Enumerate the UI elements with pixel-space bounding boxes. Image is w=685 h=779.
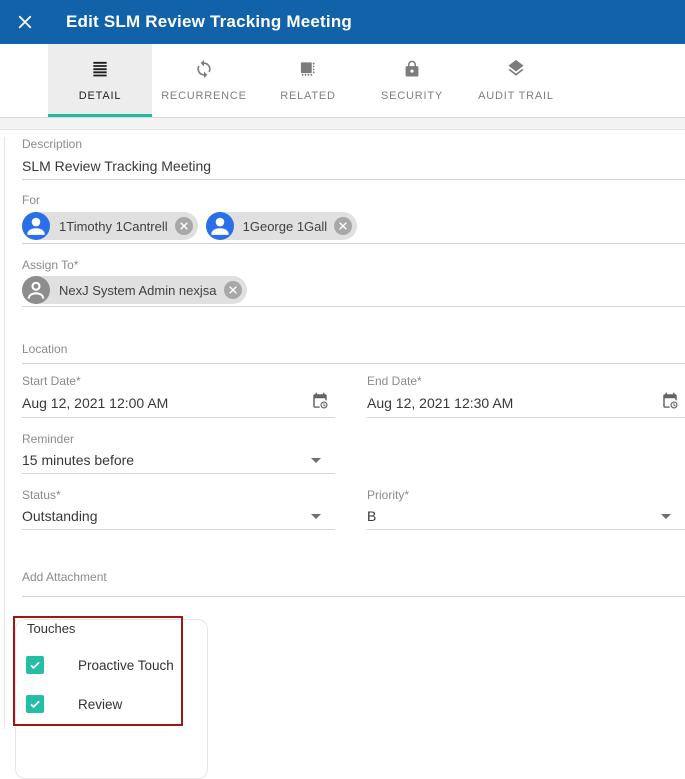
start-date-label: Start Date* — [22, 374, 335, 388]
end-date-label: End Date* — [367, 374, 685, 388]
detail-form: Description SLM Review Tracking Meeting … — [0, 137, 685, 729]
tab-audit-trail-label: AUDIT TRAIL — [478, 90, 554, 102]
remove-chip-icon[interactable] — [175, 217, 193, 235]
tab-related[interactable]: RELATED — [256, 44, 360, 117]
reminder-label: Reminder — [22, 432, 335, 446]
for-chip-1-name: 1Timothy 1Cantrell — [59, 219, 168, 234]
assign-to-chip-name: NexJ System Admin nexjsa — [59, 283, 217, 298]
tab-security-label: SECURITY — [381, 90, 443, 102]
chevron-down-icon[interactable] — [311, 458, 321, 463]
status-label: Status* — [22, 488, 335, 502]
location-field[interactable]: Location — [22, 342, 685, 364]
tab-security[interactable]: SECURITY — [360, 44, 464, 117]
tab-bar: DETAIL RECURRENCE RELATED SECURITY AUDIT… — [0, 44, 685, 117]
sync-icon — [194, 59, 214, 84]
start-date-field: Start Date* Aug 12, 2021 12:00 AM — [22, 374, 335, 418]
review-checkbox[interactable] — [26, 695, 44, 713]
add-attachment-label: Add Attachment — [22, 570, 685, 584]
calendar-clock-icon[interactable] — [311, 392, 329, 415]
detail-lines-icon — [90, 59, 110, 84]
status-select[interactable]: Outstanding — [22, 508, 98, 524]
assign-to-chip[interactable]: NexJ System Admin nexjsa — [22, 276, 247, 304]
for-chip-1[interactable]: 1Timothy 1Cantrell — [22, 212, 198, 240]
proactive-touch-checkbox[interactable] — [26, 656, 44, 674]
end-date-input[interactable]: Aug 12, 2021 12:30 AM — [367, 395, 513, 411]
reminder-select[interactable]: 15 minutes before — [22, 452, 134, 468]
chevron-down-icon[interactable] — [661, 514, 671, 519]
calendar-clock-icon[interactable] — [661, 392, 679, 415]
dialog-title: Edit SLM Review Tracking Meeting — [66, 12, 352, 32]
review-label: Review — [78, 697, 122, 712]
for-label: For — [22, 193, 685, 207]
person-avatar-icon — [206, 212, 234, 240]
description-field: Description SLM Review Tracking Meeting — [22, 137, 685, 180]
description-label: Description — [22, 137, 685, 151]
chevron-down-icon[interactable] — [311, 514, 321, 519]
for-field: For 1Timothy 1Cantrell 1George 1Gall — [22, 193, 685, 244]
start-date-input[interactable]: Aug 12, 2021 12:00 AM — [22, 395, 168, 411]
dialog-header: Edit SLM Review Tracking Meeting — [0, 0, 685, 44]
remove-chip-icon[interactable] — [334, 217, 352, 235]
assign-to-label: Assign To* — [22, 258, 685, 272]
add-attachment-field[interactable]: Add Attachment — [22, 570, 685, 597]
tab-recurrence[interactable]: RECURRENCE — [152, 44, 256, 117]
remove-chip-icon[interactable] — [224, 281, 242, 299]
person-avatar-icon — [22, 212, 50, 240]
close-icon[interactable] — [14, 11, 36, 33]
for-chip-2[interactable]: 1George 1Gall — [206, 212, 358, 240]
layers-icon — [506, 59, 526, 84]
priority-field: Priority* B — [367, 488, 685, 530]
reminder-field: Reminder 15 minutes before — [22, 432, 335, 474]
priority-select[interactable]: B — [367, 508, 376, 524]
touches-label: Touches — [27, 621, 75, 636]
tab-detail[interactable]: DETAIL — [48, 44, 152, 117]
for-chip-2-name: 1George 1Gall — [243, 219, 328, 234]
description-input[interactable]: SLM Review Tracking Meeting — [22, 158, 685, 174]
tab-audit-trail[interactable]: AUDIT TRAIL — [464, 44, 568, 117]
lock-icon — [402, 59, 422, 84]
location-label: Location — [22, 342, 685, 356]
tab-detail-label: DETAIL — [79, 90, 122, 102]
status-field: Status* Outstanding — [22, 488, 335, 530]
assign-to-field: Assign To* NexJ System Admin nexjsa — [22, 258, 685, 307]
toolbar-content-divider — [0, 117, 685, 130]
proactive-touch-label: Proactive Touch — [78, 658, 174, 673]
user-outline-avatar-icon — [22, 276, 50, 304]
tab-recurrence-label: RECURRENCE — [161, 90, 247, 102]
priority-label: Priority* — [367, 488, 685, 502]
end-date-field: End Date* Aug 12, 2021 12:30 AM — [367, 374, 685, 418]
related-note-icon — [298, 59, 318, 84]
tab-related-label: RELATED — [280, 90, 336, 102]
